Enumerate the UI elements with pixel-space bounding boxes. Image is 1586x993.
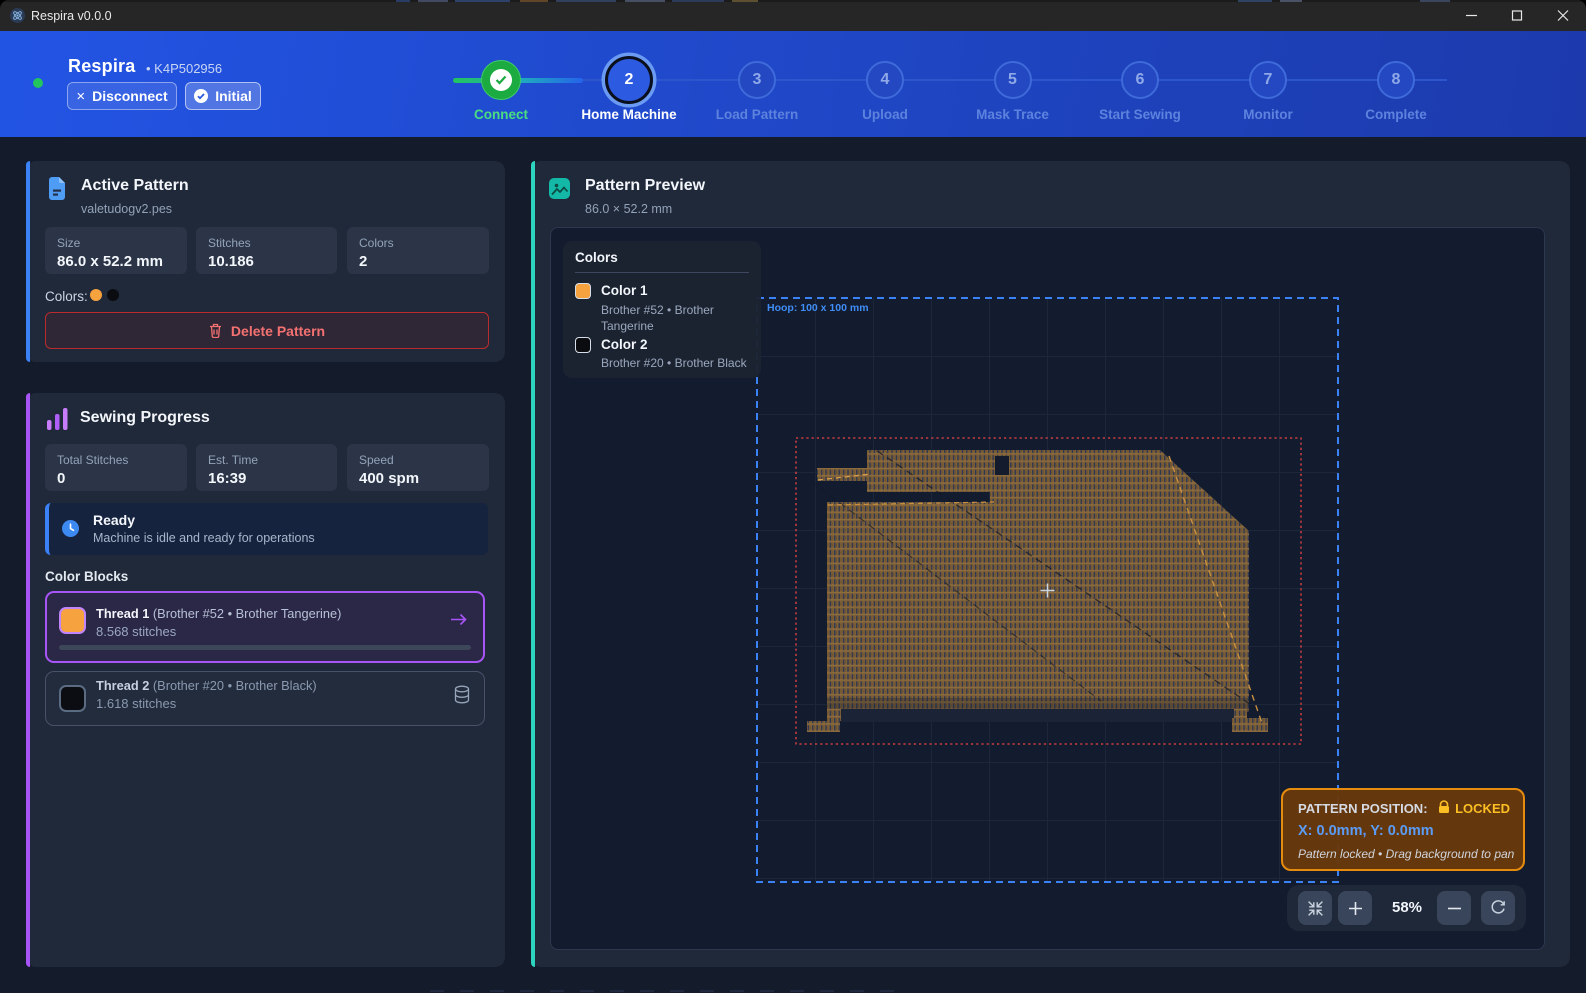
svg-text:Hoop: 100 x 100 mm: Hoop: 100 x 100 mm bbox=[767, 302, 869, 314]
